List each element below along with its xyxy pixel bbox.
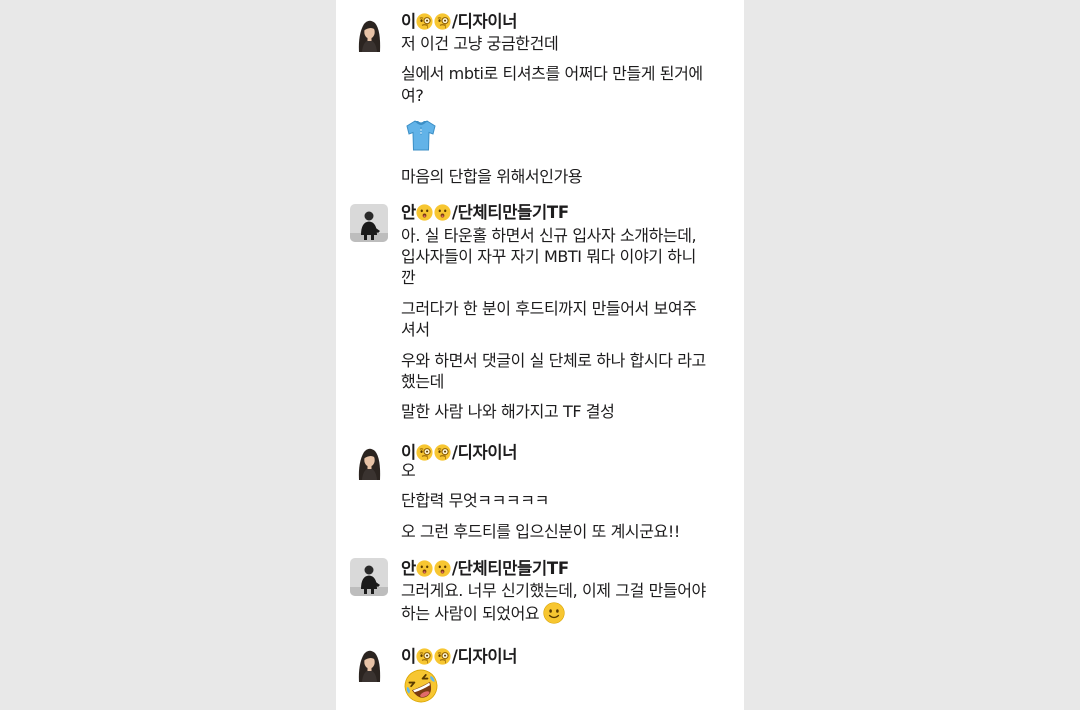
message-text: 셔서: [401, 320, 430, 339]
sender-name[interactable]: 이/디자이너: [401, 8, 517, 32]
hushed-face-icon: [434, 204, 451, 221]
sender-name-suffix: /디자이너: [451, 647, 518, 666]
sender-name-prefix: 이: [401, 647, 416, 666]
tshirt-icon: [403, 117, 439, 153]
message-text: 말한 사람 나와 해가지고 TF 결성: [401, 402, 615, 421]
message-text: 하는 사람이 되었어요: [401, 602, 736, 625]
sender-name-prefix: 안: [401, 559, 416, 578]
message-text: 오 그런 후드티를 입으신분이 또 계시군요!!: [401, 522, 680, 541]
sender-name[interactable]: 이/디자이너: [401, 643, 517, 667]
message-text: 실에서 mbti로 티셔츠를 어쩌다 만들게 된거에: [401, 64, 703, 83]
message-text: 깐: [401, 268, 416, 287]
face-with-monocle-icon: [416, 648, 433, 665]
sender-name-suffix: /단체티만들기TF: [451, 559, 569, 578]
rolling-on-floor-laughing-icon: [403, 668, 439, 704]
message-text: 우와 하면서 댓글이 실 단체로 하나 합시다 라고: [401, 351, 706, 370]
chat-panel: 이/디자이너 저 이건 고냥 궁금한건데 실에서 mbti로 티셔츠를 어쩌다 …: [336, 0, 744, 710]
message-text: 단합력 무엇ㅋㅋㅋㅋㅋ: [401, 491, 549, 510]
message-text: 했는데: [401, 372, 444, 391]
avatar[interactable]: [350, 204, 388, 242]
face-with-monocle-icon: [416, 13, 433, 30]
message-text: 오: [401, 461, 416, 480]
face-with-monocle-icon: [416, 444, 433, 461]
message-text: 마음의 단합을 위해서인가용: [401, 167, 583, 186]
face-with-monocle-icon: [434, 648, 451, 665]
face-with-monocle-icon: [434, 444, 451, 461]
avatar[interactable]: [350, 442, 388, 480]
message-text: 그러게요. 너무 신기했는데, 이제 그걸 만들어야: [401, 581, 706, 600]
sender-name-prefix: 안: [401, 203, 416, 222]
avatar[interactable]: [350, 558, 388, 596]
hushed-face-icon: [434, 560, 451, 577]
message-text: 여?: [401, 86, 424, 105]
message-text: 아. 실 타운홀 하면서 신규 입사자 소개하는데,: [401, 226, 697, 245]
avatar[interactable]: [350, 14, 388, 52]
hushed-face-icon: [416, 560, 433, 577]
sender-name[interactable]: 안/단체티만들기TF: [401, 199, 569, 223]
message-text: 그러다가 한 분이 후드티까지 만들어서 보여주: [401, 299, 697, 318]
avatar[interactable]: [350, 644, 388, 682]
hushed-face-icon: [416, 204, 433, 221]
message-text: 저 이건 고냥 궁금한건데: [401, 34, 559, 53]
sender-name-suffix: /단체티만들기TF: [451, 203, 569, 222]
message-text-content: 하는 사람이 되었어요: [401, 604, 540, 623]
sender-name[interactable]: 안/단체티만들기TF: [401, 555, 569, 579]
slightly-smiling-face-icon: [543, 602, 565, 624]
sender-name-suffix: /디자이너: [451, 12, 518, 31]
sender-name-prefix: 이: [401, 12, 416, 31]
face-with-monocle-icon: [434, 13, 451, 30]
message-text: 입사자들이 자꾸 자기 MBTI 뭐다 이야기 하니: [401, 247, 696, 266]
